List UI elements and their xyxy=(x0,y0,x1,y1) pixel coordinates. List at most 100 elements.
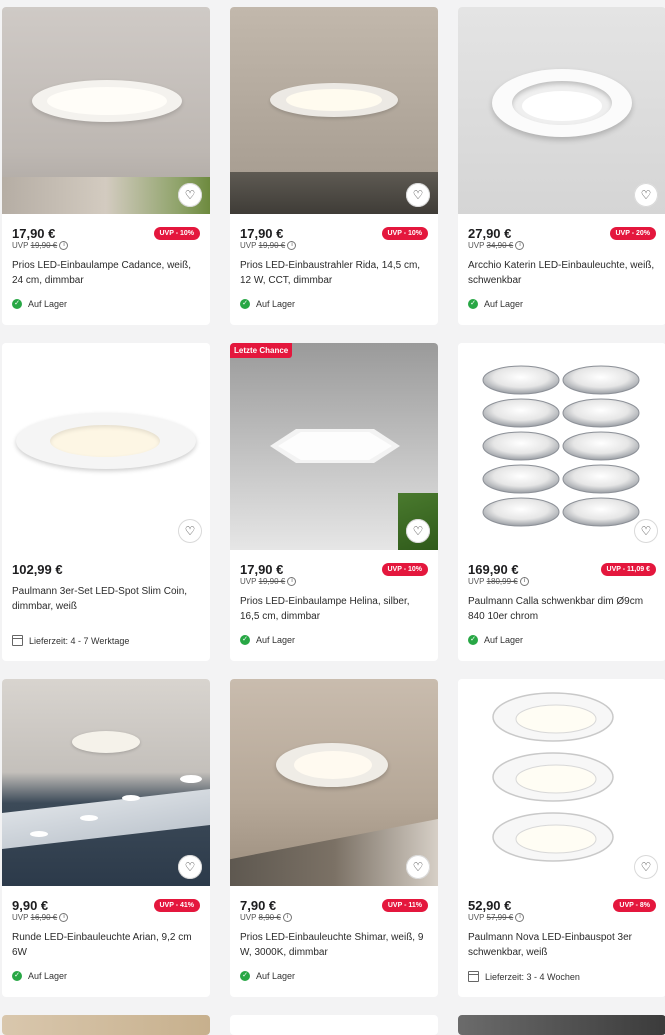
heart-icon: ♡ xyxy=(640,860,652,874)
info-icon[interactable]: i xyxy=(283,913,293,923)
price: 7,90 € xyxy=(240,898,277,913)
wishlist-button[interactable]: ♡ xyxy=(634,183,658,207)
check-icon: ✓ xyxy=(12,971,22,981)
heart-icon: ♡ xyxy=(184,188,196,202)
availability: ✓ Auf Lager xyxy=(468,635,523,645)
discount-badge: UVP - 8% xyxy=(613,899,656,912)
heart-icon: ♡ xyxy=(640,188,652,202)
discount-badge: UVP - 10% xyxy=(381,563,428,576)
heart-icon: ♡ xyxy=(184,860,196,874)
heart-icon: ♡ xyxy=(412,188,424,202)
product-image[interactable]: ♡ xyxy=(230,679,438,886)
availability: ✓ Auf Lager xyxy=(240,971,295,981)
price: 9,90 € xyxy=(12,898,49,913)
price: 102,99 € xyxy=(12,562,63,577)
availability: ✓ Auf Lager xyxy=(240,635,295,645)
check-icon: ✓ xyxy=(468,635,478,645)
availability: ✓ Auf Lager xyxy=(468,299,523,309)
uvp-price: UVP 19,90 € i xyxy=(12,241,69,251)
availability: ✓ Auf Lager xyxy=(240,299,295,309)
product-card[interactable]: ♡ 17,90 € UVP 19,90 € i UVP - 10% Prios … xyxy=(2,7,210,325)
heart-icon: ♡ xyxy=(184,524,196,538)
discount-badge: UVP - 20% xyxy=(609,227,656,240)
spot-grid-illustration xyxy=(482,365,640,527)
wishlist-button[interactable]: ♡ xyxy=(406,519,430,543)
check-icon: ✓ xyxy=(240,299,250,309)
discount-badge: UVP - 11% xyxy=(381,899,428,912)
check-icon: ✓ xyxy=(240,971,250,981)
product-card[interactable]: ♡ 27,90 € UVP 34,90 € i UVP - 20% Arcchi… xyxy=(458,7,665,325)
uvp-price: UVP 34,90 € i xyxy=(468,241,525,251)
product-image[interactable]: ♡ xyxy=(458,679,665,886)
info-icon[interactable]: i xyxy=(287,241,297,251)
product-name[interactable]: Prios LED-Einbaustrahler Rida, 14,5 cm, … xyxy=(240,258,430,288)
price: 27,90 € xyxy=(468,226,512,241)
product-image[interactable]: ♡ xyxy=(458,343,665,550)
product-card[interactable]: ♡ 52,90 € UVP 57,99 € i UVP - 8% Paulman… xyxy=(458,679,665,997)
wishlist-button[interactable]: ♡ xyxy=(634,855,658,879)
product-name[interactable]: Prios LED-Einbaulampe Cadance, weiß, 24 … xyxy=(12,258,202,288)
product-name[interactable]: Prios LED-Einbauleuchte Shimar, weiß, 9 … xyxy=(240,930,430,960)
price: 17,90 € xyxy=(12,226,56,241)
discount-badge: UVP - 10% xyxy=(381,227,428,240)
product-image[interactable]: ♡ xyxy=(458,7,665,214)
calendar-icon xyxy=(468,971,479,982)
uvp-price: UVP 180,99 € i xyxy=(468,577,529,587)
availability: Lieferzeit: 3 - 4 Wochen xyxy=(468,971,580,982)
product-name[interactable]: Runde LED-Einbauleuchte Arian, 9,2 cm 6W xyxy=(12,930,202,960)
uvp-price: UVP 16,90 € i xyxy=(12,913,69,923)
product-card[interactable]: ♡ 9,90 € UVP 16,90 € i UVP - 41% Runde L… xyxy=(2,679,210,997)
uvp-price: UVP 8,90 € i xyxy=(240,913,293,923)
product-image[interactable]: ♡ xyxy=(2,679,210,886)
info-icon[interactable]: i xyxy=(515,913,525,923)
product-card-partial[interactable] xyxy=(458,1015,665,1035)
heart-icon: ♡ xyxy=(412,524,424,538)
product-card[interactable]: ♡ 17,90 € UVP 19,90 € i UVP - 10% Prios … xyxy=(230,7,438,325)
wishlist-button[interactable]: ♡ xyxy=(406,855,430,879)
info-icon[interactable]: i xyxy=(519,577,529,587)
product-name[interactable]: Arcchio Katerin LED-Einbauleuchte, weiß,… xyxy=(468,258,658,288)
spot-set-illustration xyxy=(492,692,614,862)
info-icon[interactable]: i xyxy=(59,241,69,251)
price: 169,90 € xyxy=(468,562,519,577)
discount-badge: UVP - 10% xyxy=(153,227,200,240)
product-card-partial[interactable] xyxy=(230,1015,438,1035)
product-name[interactable]: Paulmann 3er-Set LED-Spot Slim Coin, dim… xyxy=(12,584,202,614)
product-image[interactable]: Letzte Chance ♡ xyxy=(230,343,438,550)
price: 17,90 € xyxy=(240,226,284,241)
wishlist-button[interactable]: ♡ xyxy=(178,183,202,207)
check-icon: ✓ xyxy=(240,635,250,645)
heart-icon: ♡ xyxy=(412,860,424,874)
info-icon[interactable]: i xyxy=(515,241,525,251)
last-chance-badge: Letzte Chance xyxy=(230,343,293,358)
uvp-price: UVP 19,90 € i xyxy=(240,241,297,251)
product-image[interactable]: ♡ xyxy=(230,7,438,214)
product-image[interactable]: ♡ xyxy=(2,7,210,214)
availability: ✓ Auf Lager xyxy=(12,299,67,309)
product-card[interactable]: Letzte Chance ♡ 17,90 € UVP 19,90 € i UV… xyxy=(230,343,438,661)
availability: ✓ Auf Lager xyxy=(12,971,67,981)
product-name[interactable]: Paulmann Calla schwenkbar dim Ø9cm 840 1… xyxy=(468,594,658,624)
wishlist-button[interactable]: ♡ xyxy=(406,183,430,207)
uvp-price: UVP 19,90 € i xyxy=(240,577,297,587)
info-icon[interactable]: i xyxy=(59,913,69,923)
wishlist-button[interactable]: ♡ xyxy=(178,519,202,543)
uvp-price: UVP 57,99 € i xyxy=(468,913,525,923)
calendar-icon xyxy=(12,635,23,646)
product-name[interactable]: Paulmann Nova LED-Einbauspot 3er schwenk… xyxy=(468,930,658,960)
check-icon: ✓ xyxy=(468,299,478,309)
price: 52,90 € xyxy=(468,898,512,913)
price: 17,90 € xyxy=(240,562,284,577)
product-image[interactable]: ♡ xyxy=(2,343,210,550)
product-card-partial[interactable] xyxy=(2,1015,210,1035)
wishlist-button[interactable]: ♡ xyxy=(178,855,202,879)
heart-icon: ♡ xyxy=(640,524,652,538)
product-name[interactable]: Prios LED-Einbaulampe Helina, silber, 16… xyxy=(240,594,430,624)
info-icon[interactable]: i xyxy=(287,577,297,587)
discount-badge: UVP - 11,09 € xyxy=(600,563,656,576)
product-card[interactable]: ♡ 169,90 € UVP 180,99 € i UVP - 11,09 € … xyxy=(458,343,665,661)
product-card[interactable]: ♡ 102,99 € Paulmann 3er-Set LED-Spot Sli… xyxy=(2,343,210,661)
product-card[interactable]: ♡ 7,90 € UVP 8,90 € i UVP - 11% Prios LE… xyxy=(230,679,438,997)
discount-badge: UVP - 41% xyxy=(153,899,200,912)
wishlist-button[interactable]: ♡ xyxy=(634,519,658,543)
